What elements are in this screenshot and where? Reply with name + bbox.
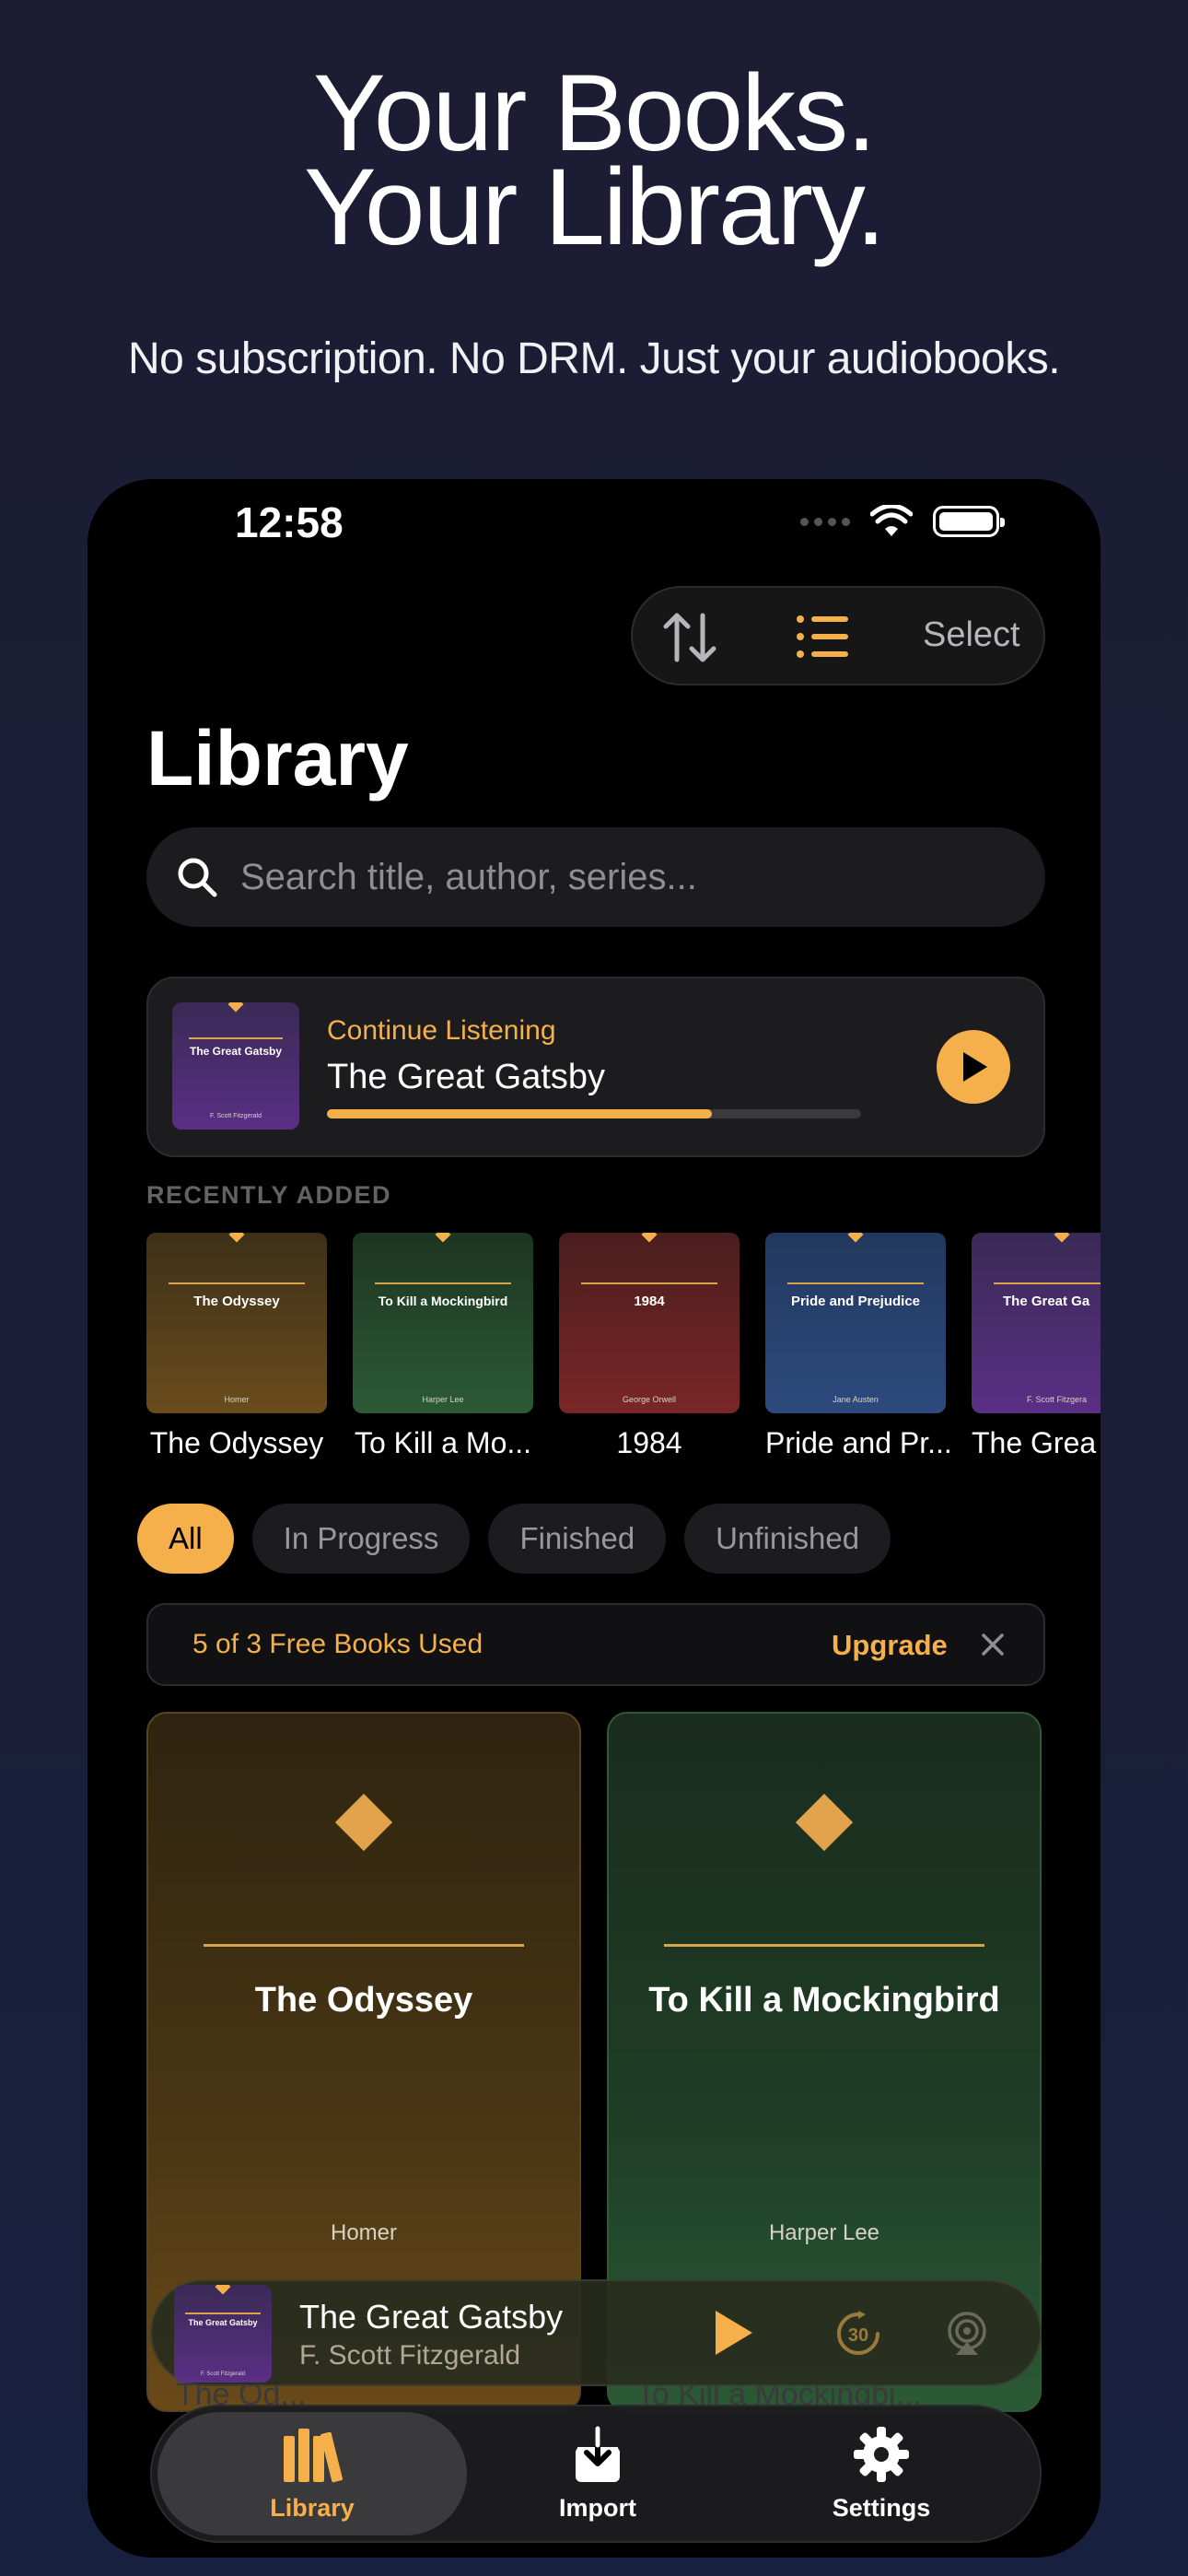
filter-unfinished[interactable]: Unfinished [684,1504,891,1574]
skip-seconds-label: 30 [848,2325,868,2346]
tab-import[interactable]: Import [496,2425,699,2523]
sort-arrows-icon[interactable] [658,608,721,667]
hero-subtitle: No subscription. No DRM. Just your audio… [127,334,1061,383]
mini-player-author: F. Scott Fitzgerald [299,2340,521,2371]
close-icon[interactable] [979,1631,1007,1658]
cover-author: F. Scott Fitzgerald [209,1113,262,1119]
cover-title: The Odyssey [193,1294,280,1309]
cover-title: The Great Ga [1003,1294,1090,1309]
continue-listening-label: Continue Listening [327,1015,556,1046]
cover-author: Jane Austen [833,1395,879,1404]
recent-book-mockingbird[interactable]: To Kill a Mockingbird Harper Lee To Kill… [353,1233,533,1460]
book-cover: 1984 George Orwell [559,1233,740,1413]
recent-book-label: The Odyssey [149,1426,324,1459]
tab-label: Settings [832,2494,931,2522]
skip-forward-30-icon[interactable]: 30 [833,2309,883,2359]
import-icon [576,2426,620,2482]
upgrade-button[interactable]: Upgrade [832,1629,948,1662]
filter-chips: All In Progress Finished Unfinished [137,1504,891,1574]
hero-title: Your Books. Your Library. [0,59,1188,268]
books-icon [284,2429,343,2483]
cover-author: F. Scott Fitzgera [1027,1395,1088,1404]
status-time: 12:58 [235,498,344,546]
play-icon[interactable] [710,2307,756,2359]
recent-book-label: 1984 [616,1426,682,1459]
recent-book-odyssey[interactable]: The Odyssey Homer The Odyssey [146,1233,327,1460]
recent-book-pride-and-prejudice[interactable]: Pride and Prejudice Jane Austen Pride an… [765,1233,952,1460]
cover-divider [664,1944,984,1947]
cover-title: The Great Gatsby [188,2318,258,2327]
book-card-title: The Odyssey [254,1981,473,2020]
phone-screen: 12:58 Select Library Search title, autho… [87,479,1101,2558]
mini-player[interactable]: The Great Gatsby F. Scott Fitzgerald The… [150,2279,1042,2386]
recent-book-label: The Grea [972,1426,1097,1459]
recent-book-great-gatsby[interactable]: The Great Ga F. Scott Fitzgera The Grea [972,1233,1101,1460]
search-input[interactable] [240,856,996,898]
continue-play-button[interactable] [937,1030,1010,1104]
search-icon [178,858,217,897]
select-button[interactable]: Select [923,615,1020,655]
listening-progress-fill [327,1109,712,1118]
free-books-banner: 5 of 3 Free Books Used Upgrade [146,1603,1045,1686]
continue-listening-card[interactable]: The Great Gatsby F. Scott Fitzgerald Con… [146,977,1045,1157]
tab-settings[interactable]: Settings [780,2425,983,2523]
mini-player-cover: The Great Gatsby F. Scott Fitzgerald [174,2285,272,2383]
book-cover: To Kill a Mockingbird Harper Lee [353,1233,533,1413]
play-icon [963,1052,987,1082]
diamond-icon [334,1793,393,1852]
gear-icon [854,2427,909,2482]
cover-author: George Orwell [622,1395,677,1404]
status-indicators [800,505,1005,538]
cover-author: F. Scott Fitzgerald [200,2371,246,2377]
cover-title: To Kill a Mockingbird [378,1294,508,1308]
cover-title: Pride and Prejudice [790,1294,921,1309]
cellular-signal-icon [800,517,850,526]
hero-title-line-2: Your Library. [304,146,886,268]
wifi-icon [870,505,913,536]
tab-bar: Library Import Settings [150,2405,1042,2543]
recently-added-row: The Odyssey Homer The Odyssey To Kill a … [146,1233,1101,1472]
airplay-audio-icon[interactable] [944,2311,990,2357]
cover-divider [204,1944,524,1947]
cover-title: 1984 [634,1294,665,1309]
book-card-author: Harper Lee [768,2220,880,2245]
recently-added-heading: RECENTLY ADDED [146,1181,392,1209]
cover-author: Harper Lee [422,1395,464,1404]
filter-all[interactable]: All [137,1504,234,1574]
tab-label: Import [559,2494,636,2522]
book-cover: Pride and Prejudice Jane Austen [765,1233,946,1413]
battery-icon [933,506,1005,537]
continue-listening-title: The Great Gatsby [327,1058,606,1096]
recent-book-1984[interactable]: 1984 George Orwell 1984 [559,1233,740,1460]
cover-title: The Great Gatsby [189,1045,283,1058]
recent-book-label: To Kill a Mo... [354,1426,532,1459]
listening-progress-bar [327,1109,861,1118]
book-cover: The Great Ga F. Scott Fitzgera [972,1233,1101,1413]
tab-library[interactable]: Library [211,2425,413,2523]
tab-label: Library [270,2494,355,2522]
mini-player-title: The Great Gatsby [299,2298,564,2336]
list-view-icon[interactable] [795,612,850,662]
recent-book-label: Pride and Pr... [765,1426,952,1459]
filter-finished[interactable]: Finished [488,1504,667,1574]
book-card-title: To Kill a Mockingbird [648,1981,1000,2020]
continue-cover: The Great Gatsby F. Scott Fitzgerald [172,1002,299,1130]
book-cover: The Odyssey Homer [146,1233,327,1413]
diamond-icon [795,1793,854,1852]
filter-in-progress[interactable]: In Progress [251,1504,471,1574]
book-card-author: Homer [330,2220,397,2245]
page-title: Library [146,715,409,802]
search-bar[interactable] [146,827,1045,927]
free-books-used-text: 5 of 3 Free Books Used [192,1629,483,1659]
library-toolbar: Select [631,586,1045,685]
cover-author: Homer [224,1395,250,1404]
